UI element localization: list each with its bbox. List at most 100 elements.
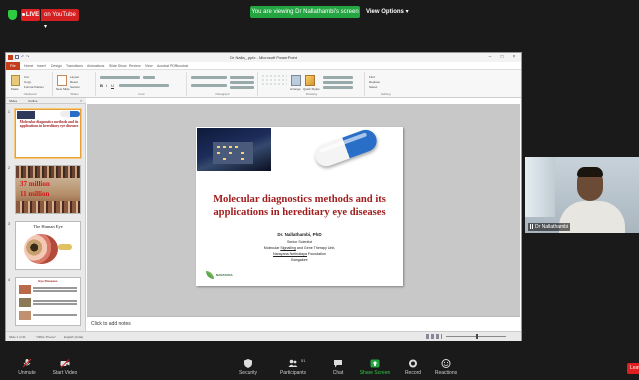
select-button[interactable]: Select bbox=[369, 85, 377, 89]
quick-styles-icon[interactable] bbox=[305, 75, 315, 86]
tab-slide-show[interactable]: Slide Show bbox=[109, 62, 127, 70]
powerpoint-logo-icon bbox=[8, 55, 13, 60]
slide-thumbnail[interactable]: Molecular diagnostics methods and its ap… bbox=[15, 109, 81, 158]
ribbon-group-label: Drawing bbox=[305, 92, 317, 96]
list-tools[interactable] bbox=[191, 76, 227, 79]
shape-outline-button[interactable] bbox=[323, 81, 353, 84]
arrange-label[interactable]: Arrange bbox=[290, 87, 301, 91]
new-slide-icon[interactable] bbox=[57, 75, 67, 86]
slide-thumbnail[interactable]: 37 million 11 million bbox=[15, 165, 81, 214]
capsule-image bbox=[60, 111, 80, 117]
ribbon-group-label: Font bbox=[138, 92, 145, 96]
text-line bbox=[33, 303, 77, 305]
align-text-button[interactable] bbox=[230, 81, 254, 84]
cut-button[interactable]: Cut bbox=[24, 75, 29, 79]
text-line bbox=[33, 287, 77, 289]
ribbon-group-font: B I U Font bbox=[97, 72, 187, 96]
hospital-image bbox=[197, 128, 271, 171]
youtube-stream-button[interactable]: on YouTube ▾ bbox=[41, 9, 79, 30]
reset-button[interactable]: Reset bbox=[70, 80, 78, 84]
share-screen-icon bbox=[370, 359, 380, 368]
participants-count: 51 bbox=[301, 358, 306, 363]
tab-file[interactable]: File bbox=[6, 62, 20, 70]
paste-icon[interactable] bbox=[11, 75, 20, 86]
window-light bbox=[217, 146, 220, 148]
capsule-shine bbox=[318, 132, 368, 154]
slide-thumbnail[interactable]: The Human Eye bbox=[15, 221, 81, 270]
format-painter-button[interactable]: Format Painter bbox=[24, 85, 44, 89]
zoom-slider-handle[interactable] bbox=[476, 334, 478, 339]
ribbon: Paste Cut Copy Format Painter Clipboard … bbox=[6, 70, 521, 98]
thumb-title: The Human Eye bbox=[33, 224, 63, 229]
participants-button[interactable]: 51 Participants bbox=[268, 355, 318, 380]
replace-button[interactable]: Replace bbox=[369, 80, 380, 84]
undo-icon[interactable]: ↶ bbox=[21, 55, 24, 59]
tab-acrobat[interactable]: Acrobat bbox=[176, 62, 188, 70]
section-button[interactable]: Section bbox=[70, 85, 80, 89]
tab-review[interactable]: Review bbox=[129, 62, 140, 70]
tab-transitions[interactable]: Transitions bbox=[66, 62, 83, 70]
ribbon-group-paragraph: Paragraph bbox=[188, 72, 258, 96]
optic-nerve bbox=[58, 244, 72, 250]
new-slide-label[interactable]: New Slide bbox=[56, 87, 70, 91]
logo-leaf-icon bbox=[206, 271, 214, 279]
start-video-button[interactable]: Start Video bbox=[40, 355, 90, 380]
shape-fill-button[interactable] bbox=[323, 76, 353, 79]
text-direction-button[interactable] bbox=[230, 76, 254, 79]
layout-button[interactable]: Layout bbox=[70, 75, 79, 79]
smartart-button[interactable] bbox=[230, 86, 254, 89]
notes-placeholder: Click to add notes bbox=[91, 321, 131, 327]
copy-button[interactable]: Copy bbox=[24, 80, 31, 84]
slide-thumbnail-panel[interactable]: 1 Molecular diagnostics methods and its … bbox=[6, 104, 86, 331]
reactions-button[interactable]: Reactions bbox=[421, 355, 471, 380]
notes-pane[interactable]: Click to add notes bbox=[87, 316, 520, 331]
ribbon-group-label: Slides bbox=[70, 92, 79, 96]
maximize-icon[interactable]: □ bbox=[498, 54, 506, 61]
window-light bbox=[241, 152, 244, 154]
slide-thumbnail[interactable]: Eye Diseases bbox=[15, 277, 81, 326]
ribbon-group-label: Clipboard bbox=[23, 92, 37, 96]
current-slide[interactable]: Molecular diagnostics methods and its ap… bbox=[196, 126, 403, 286]
live-button[interactable]: LIVE bbox=[21, 9, 40, 21]
quick-styles-label[interactable]: Quick Styles bbox=[303, 87, 320, 91]
save-icon[interactable] bbox=[15, 55, 19, 59]
participants-icon bbox=[288, 359, 298, 367]
stat-line: 37 million bbox=[20, 180, 50, 188]
ribbon-group-label: Editing bbox=[381, 92, 391, 96]
underline-icon[interactable]: U bbox=[111, 83, 114, 88]
tab-view[interactable]: View bbox=[145, 62, 153, 70]
tab-acrobat-pdf[interactable]: Acrobat PDF bbox=[157, 62, 177, 70]
window-light bbox=[217, 152, 220, 154]
reactions-smiley-icon bbox=[441, 359, 451, 368]
unit-text: and Gene Therapy Unit, bbox=[295, 246, 336, 250]
security-button[interactable]: Security bbox=[223, 355, 273, 380]
italic-icon[interactable]: I bbox=[106, 83, 107, 88]
shape-effects-button[interactable] bbox=[323, 86, 353, 89]
font-formatting-tools[interactable] bbox=[119, 84, 169, 87]
bold-icon[interactable]: B bbox=[100, 83, 103, 88]
paste-label[interactable]: Paste bbox=[11, 87, 19, 91]
tab-design[interactable]: Design bbox=[51, 62, 62, 70]
minimize-icon[interactable]: – bbox=[486, 54, 494, 61]
view-buttons[interactable] bbox=[426, 334, 442, 339]
align-tools[interactable] bbox=[191, 84, 227, 87]
window-light bbox=[229, 146, 232, 148]
tab-animations[interactable]: Animations bbox=[87, 62, 104, 70]
shield-icon[interactable] bbox=[8, 10, 17, 20]
text-line bbox=[33, 314, 77, 316]
participants-label: Participants bbox=[279, 370, 307, 376]
shapes-gallery[interactable] bbox=[261, 74, 287, 86]
arrange-icon[interactable] bbox=[291, 75, 301, 86]
find-button[interactable]: Find bbox=[369, 75, 375, 79]
redo-icon[interactable]: ↷ bbox=[26, 55, 29, 59]
font-family-select[interactable] bbox=[100, 76, 140, 79]
view-options-button[interactable]: View Options ▾ bbox=[366, 6, 412, 18]
tab-insert[interactable]: Insert bbox=[37, 62, 46, 70]
leave-button[interactable]: Leave bbox=[627, 363, 639, 374]
close-icon[interactable]: × bbox=[510, 54, 518, 61]
font-size-select[interactable] bbox=[143, 76, 155, 79]
participant-video-tile[interactable]: Dr Nallathambi bbox=[525, 157, 639, 233]
chat-bubble-icon bbox=[334, 360, 342, 368]
theme-name: "Office Theme" bbox=[36, 335, 57, 339]
tab-home[interactable]: Home bbox=[24, 62, 33, 70]
